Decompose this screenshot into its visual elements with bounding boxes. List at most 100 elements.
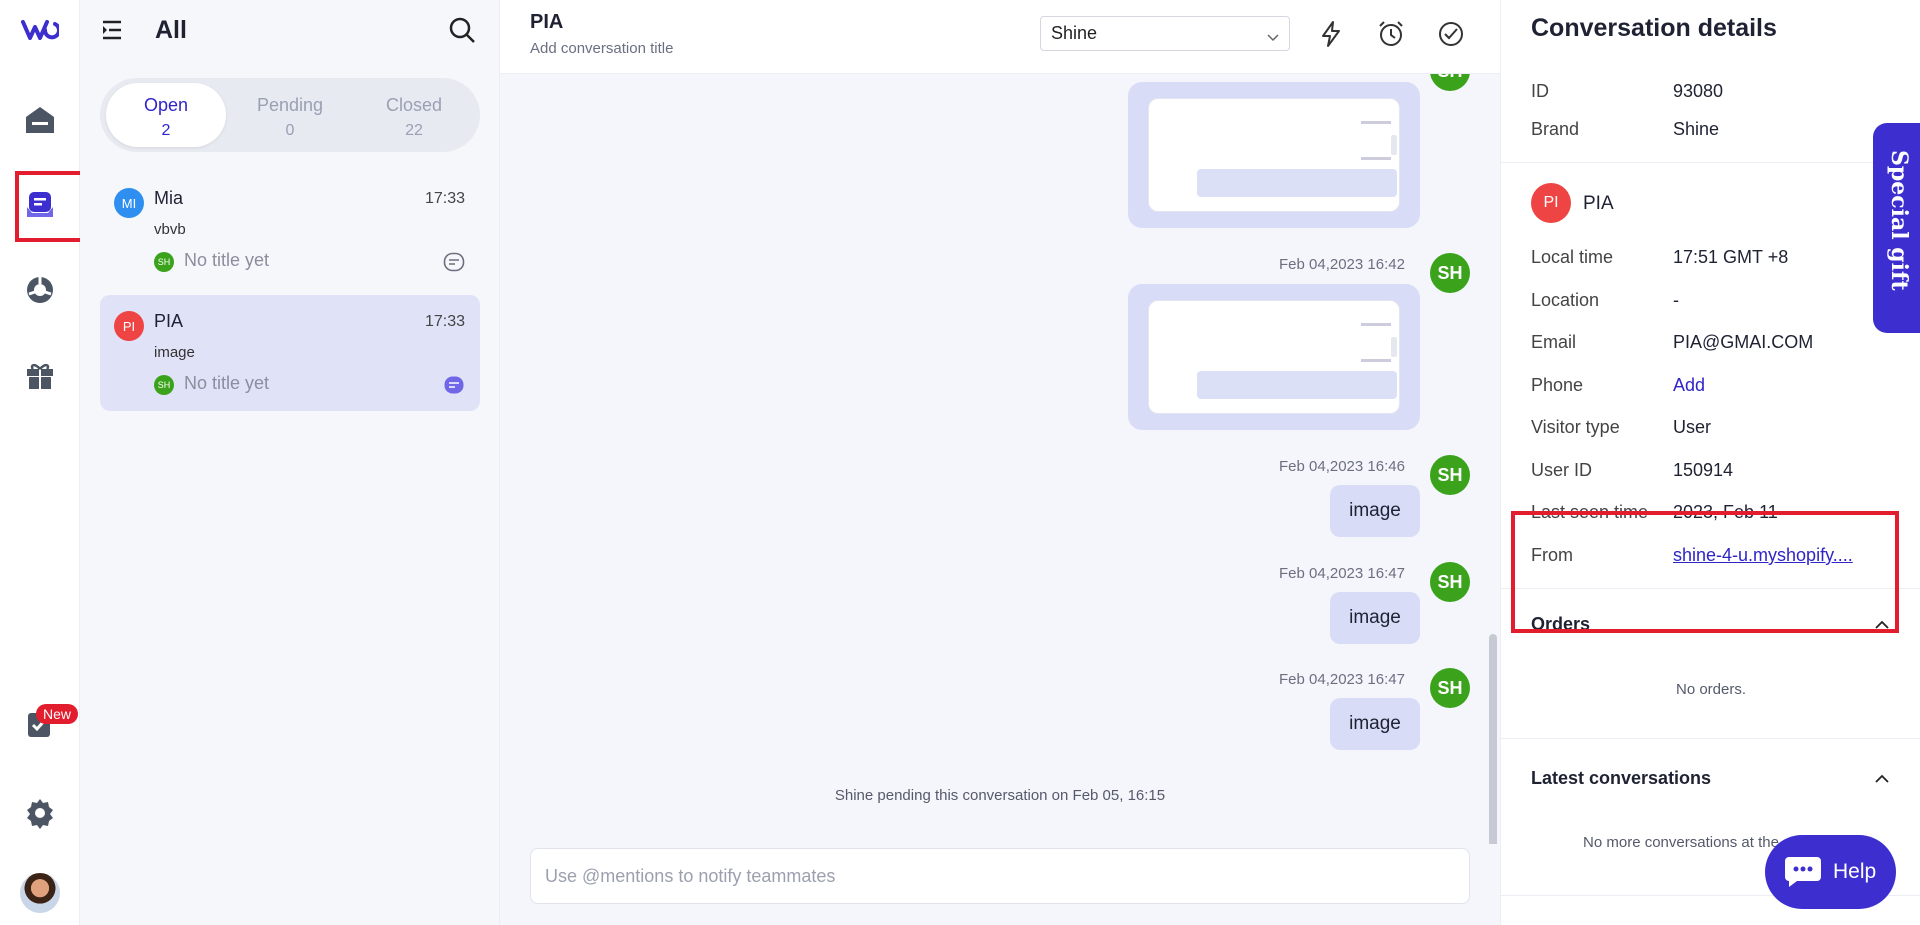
resolve-check-icon[interactable] — [1437, 20, 1465, 48]
detail-label: Location — [1531, 290, 1600, 310]
tab-pending[interactable]: Pending 0 — [230, 83, 350, 147]
image-message[interactable] — [1128, 284, 1420, 430]
detail-value: 150914 — [1673, 460, 1734, 480]
detail-row-visitor-type: Visitor type User — [1531, 417, 1711, 438]
detail-row-local-time: Local time 17:51 GMT +8 — [1531, 247, 1788, 268]
new-badge: New — [36, 704, 79, 724]
image-attachment[interactable] — [1148, 98, 1400, 212]
conversation-title: No title yet — [184, 373, 270, 393]
image-detail — [1361, 121, 1391, 124]
image-detail — [1197, 371, 1397, 399]
search-icon[interactable] — [448, 16, 476, 44]
agent-avatar: SH — [1430, 562, 1470, 602]
app-root: New All Open 2 Pending 0 Closed 22 MI Mi… — [0, 0, 1920, 925]
conversation-item-selected[interactable]: PI PIA 17:33 image SH No title yet — [100, 295, 480, 411]
system-message: Shine pending this conversation on Feb 0… — [834, 787, 1166, 804]
image-attachment[interactable] — [1148, 300, 1400, 414]
detail-label: Brand — [1531, 119, 1580, 139]
image-detail — [1361, 157, 1391, 160]
customer-name: PIA — [154, 311, 184, 331]
chat-header: PIA Add conversation title Shine — [500, 0, 1500, 74]
tab-closed[interactable]: Closed 22 — [354, 83, 474, 147]
message-composer[interactable] — [530, 848, 1470, 904]
gift-icon[interactable] — [20, 355, 60, 395]
message-timestamp: Feb 04,2023 16:46 — [1279, 458, 1405, 475]
logo-icon[interactable] — [20, 10, 60, 50]
message-timestamp: Feb 04,2023 16:47 — [1279, 565, 1405, 582]
brand-select-value: Shine — [1051, 23, 1098, 43]
detail-label: User ID — [1531, 460, 1593, 480]
chevron-up-icon[interactable] — [1874, 771, 1890, 787]
customer-avatar: PI — [1531, 183, 1571, 223]
image-message[interactable] — [1128, 82, 1420, 228]
text-message[interactable]: image — [1330, 592, 1420, 644]
last-message: vbvb — [154, 221, 186, 238]
tab-count: 0 — [285, 122, 295, 139]
image-detail — [1361, 323, 1391, 326]
detail-row-user-id: User ID 150914 — [1531, 460, 1733, 481]
divider — [1501, 162, 1920, 163]
status-tabs: Open 2 Pending 0 Closed 22 — [100, 78, 480, 152]
customer-avatar: MI — [114, 188, 144, 218]
agent-avatar: SH — [154, 375, 174, 395]
detail-row-email: Email PIA@GMAI.COM — [1531, 332, 1813, 353]
list-header: All — [80, 0, 500, 62]
message-thread: SH Feb 04,2023 16:42 SH — [500, 74, 1500, 844]
snooze-clock-icon[interactable] — [1377, 20, 1405, 48]
detail-value: 17:51 GMT +8 — [1673, 247, 1789, 267]
conversation-time: 17:33 — [424, 313, 465, 330]
details-title: Conversation details — [1531, 14, 1777, 42]
chevron-down-icon — [1267, 27, 1279, 42]
tab-count: 22 — [405, 122, 423, 139]
agent-avatar: SH — [1430, 455, 1470, 495]
conversation-time: 17:33 — [424, 190, 465, 207]
add-phone-link[interactable]: Add — [1673, 375, 1705, 395]
chat-bubble-icon — [1783, 855, 1823, 889]
tab-label: Open — [143, 95, 189, 115]
agent-avatar: SH — [1430, 253, 1470, 293]
tab-count: 2 — [161, 122, 171, 139]
detail-label: Phone — [1531, 375, 1584, 395]
detail-label: ID — [1531, 81, 1549, 101]
detail-label: Visitor type — [1531, 417, 1620, 437]
scrollbar-thumb[interactable] — [1489, 634, 1497, 844]
latest-conversations-title[interactable]: Latest conversations — [1531, 768, 1711, 789]
detail-label: Local time — [1531, 247, 1614, 267]
detail-value: User — [1673, 417, 1712, 437]
agent-avatar: SH — [1430, 668, 1470, 708]
detail-row-phone: Phone Add — [1531, 375, 1705, 396]
message-timestamp: Feb 04,2023 16:47 — [1279, 671, 1405, 688]
chat-bubble-icon — [443, 252, 465, 274]
chat-bubble-icon — [443, 375, 465, 397]
chat-panel: PIA Add conversation title Shine SH — [500, 0, 1500, 925]
chat-customer-name: PIA — [530, 11, 564, 33]
help-button[interactable]: Help — [1765, 835, 1896, 909]
detail-row-location: Location - — [1531, 290, 1679, 311]
detail-value: - — [1673, 290, 1679, 310]
collapse-menu-icon[interactable] — [100, 18, 124, 42]
reports-icon[interactable] — [20, 270, 60, 310]
settings-icon[interactable] — [20, 793, 60, 833]
detail-row-brand: Brand Shine — [1531, 119, 1719, 140]
help-label: Help — [1833, 860, 1877, 883]
avatar[interactable] — [20, 873, 60, 913]
agent-avatar: SH — [1430, 74, 1470, 91]
lightning-icon[interactable] — [1317, 20, 1345, 48]
highlight-box-details — [1511, 511, 1899, 633]
image-detail — [1391, 135, 1397, 155]
add-title-link[interactable]: Add conversation title — [530, 40, 673, 57]
conversation-title: No title yet — [184, 250, 270, 270]
image-detail — [1197, 169, 1397, 197]
detail-row-id: ID 93080 — [1531, 81, 1723, 102]
text-message[interactable]: image — [1330, 698, 1420, 750]
image-detail — [1391, 337, 1397, 357]
conversation-item[interactable]: MI Mia 17:33 vbvb SH No title yet — [100, 172, 480, 288]
home-icon[interactable] — [20, 100, 60, 140]
brand-select[interactable]: Shine — [1040, 16, 1290, 51]
text-message[interactable]: image — [1330, 485, 1420, 537]
composer-input[interactable] — [531, 849, 1469, 903]
last-message: image — [154, 344, 195, 361]
tab-label: Pending — [256, 95, 324, 115]
tab-open[interactable]: Open 2 — [106, 83, 226, 147]
detail-label: Email — [1531, 332, 1577, 352]
